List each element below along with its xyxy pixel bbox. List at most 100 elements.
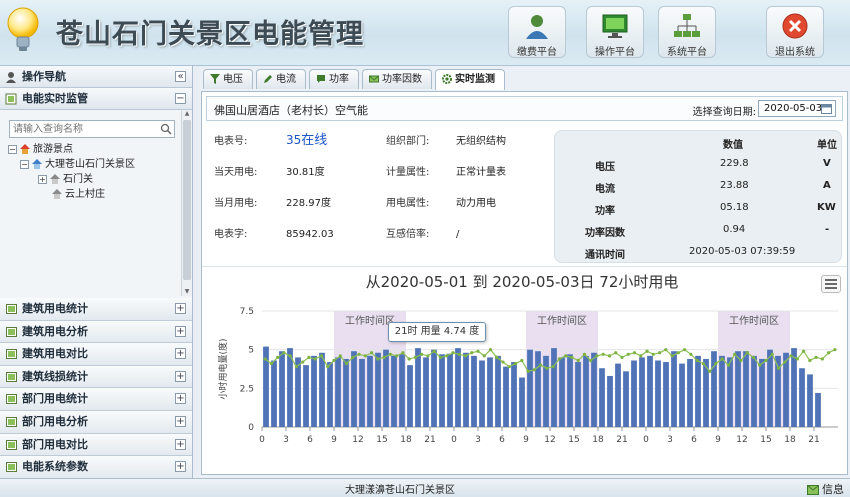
exit-system-label: 退出系统 — [775, 47, 815, 58]
tab-voltage[interactable]: 电压 — [203, 69, 253, 89]
trend-point — [639, 354, 643, 358]
trend-point — [645, 349, 649, 353]
scroll-down-arrow[interactable]: ▼ — [183, 288, 191, 296]
trend-point — [676, 351, 680, 355]
trend-point — [776, 366, 781, 370]
trend-point — [520, 358, 524, 363]
trend-point — [319, 354, 324, 358]
trend-point — [269, 361, 273, 366]
usage-bar — [423, 357, 429, 427]
x-tick-label: 3 — [667, 435, 673, 445]
tree-expand-toggle[interactable]: − — [8, 144, 17, 154]
search-icon[interactable] — [160, 123, 172, 135]
menu-dept-stats[interactable]: 部门用电统计 + — [0, 388, 192, 411]
tree-node-shimenguan[interactable]: + 石门关 — [8, 172, 178, 187]
exit-system-button[interactable]: 退出系统 — [766, 6, 824, 58]
pencil-icon — [264, 75, 272, 83]
payment-platform-button[interactable]: 缴费平台 — [508, 6, 566, 58]
tab-realtime-monitor[interactable]: 实时监测 — [435, 69, 505, 90]
usage-attr-value: 动力用电 — [456, 198, 496, 209]
messages-button[interactable]: 信息 — [807, 481, 844, 497]
chart-menu-button[interactable] — [821, 275, 841, 293]
tree-expand-toggle[interactable]: − — [20, 159, 29, 169]
usage-bar — [431, 349, 437, 427]
scroll-up-arrow[interactable]: ▲ — [183, 110, 191, 118]
tab-label: 实时监测 — [455, 74, 495, 85]
day-usage-label: 当天用电: — [214, 167, 258, 178]
x-tick-label: 18 — [784, 435, 796, 445]
expand-button[interactable]: + — [175, 438, 186, 450]
menu-item-label: 部门用电统计 — [22, 392, 88, 406]
expand-button[interactable]: + — [175, 393, 186, 405]
trend-point — [407, 357, 411, 361]
expand-button[interactable]: + — [175, 303, 186, 314]
y-axis-label: 小时用电量(度) — [217, 338, 229, 399]
reading-unit-power-factor: - — [825, 224, 830, 235]
system-platform-button[interactable]: 系统平台 — [658, 6, 716, 58]
tab-current[interactable]: 电流 — [256, 69, 306, 89]
calendar-icon[interactable] — [821, 103, 832, 114]
online-status: 在线 — [301, 133, 328, 148]
chart-svg: 工作时间区 工作时间区 工作时间区02.557.5小时用电量(度)0 3 6 9 12 15 1… — [217, 307, 838, 445]
tree-node-label: 石门关 — [63, 174, 93, 185]
trend-point — [801, 349, 806, 353]
menu-building-stats[interactable]: 建筑用电统计 + — [0, 298, 192, 321]
realtime-panel-header[interactable]: 电能实时监管 − — [0, 88, 192, 110]
menu-building-lineloss[interactable]: 建筑线损统计 + — [0, 365, 192, 389]
usage-bar — [279, 351, 285, 427]
x-tick-label: 18 — [592, 435, 604, 445]
panel-icon — [6, 349, 17, 360]
usage-bar — [695, 355, 701, 427]
sidebar-scrollbar[interactable]: ▲ ▼ — [181, 110, 192, 296]
trend-point — [388, 352, 392, 356]
usage-bar — [607, 375, 613, 427]
tree-node-cloud-village[interactable]: 云上村庄 — [8, 187, 178, 202]
trend-point — [294, 365, 299, 369]
trend-point — [795, 357, 799, 361]
x-tick-label: 0 — [259, 435, 265, 445]
menu-building-analysis[interactable]: 建筑用电分析 + — [0, 320, 192, 344]
expand-button[interactable]: + — [175, 325, 186, 337]
x-tick-label: 0 — [643, 435, 649, 445]
operation-platform-button[interactable]: 操作平台 — [586, 6, 644, 58]
usage-bar — [375, 352, 381, 427]
usage-bar — [319, 352, 325, 427]
dept-label: 组织部门: — [386, 136, 430, 147]
tab-power[interactable]: 功率 — [309, 69, 359, 89]
trend-point — [632, 351, 637, 355]
usage-bar — [743, 351, 749, 427]
tree-expand-toggle[interactable]: + — [38, 174, 47, 184]
reading-unit-voltage: V — [823, 158, 831, 169]
chat-icon — [317, 75, 325, 83]
menu-item-label: 建筑用电对比 — [22, 347, 88, 361]
tree-node-scenic-area[interactable]: − 大理苍山石门关景区 — [8, 157, 178, 172]
usage-bar — [527, 349, 533, 427]
usage-bar — [391, 355, 397, 427]
meter-no-label: 电表号: — [214, 136, 248, 147]
collapse-sidebar-button[interactable]: « — [175, 71, 186, 82]
usage-bar — [751, 355, 757, 427]
info-bar: 佛国山居酒店（老村长）空气能 选择查询日期: 2020-05-03 — [206, 96, 843, 121]
usage-bar — [399, 354, 405, 427]
expand-button[interactable]: + — [175, 370, 186, 382]
scrollbar-thumb[interactable] — [183, 120, 191, 280]
y-tick-label: 2.5 — [240, 384, 254, 394]
collapse-panel-button[interactable]: − — [175, 93, 186, 104]
tab-power-factor[interactable]: 功率因数 — [362, 69, 432, 89]
expand-button[interactable]: + — [175, 348, 186, 360]
usage-chart: 工作时间区 工作时间区 工作时间区 0 2.5 5 7.5 小时用电量(度) 0 3 6 9 12 15 1… — [202, 266, 847, 474]
menu-dept-compare[interactable]: 部门用电对比 + — [0, 433, 192, 457]
expand-button[interactable]: + — [175, 461, 186, 473]
tree-node-tourist-spots[interactable]: − 旅游景点 — [8, 142, 178, 157]
panel-icon — [6, 439, 17, 450]
trend-point — [720, 357, 724, 361]
reading-name-comm-time: 通讯时间 — [585, 250, 625, 261]
date-input[interactable]: 2020-05-03 — [758, 100, 836, 117]
x-tick-label: 21 — [616, 435, 627, 445]
search-input[interactable] — [10, 121, 156, 137]
menu-dept-analysis[interactable]: 部门用电分析 + — [0, 410, 192, 434]
menu-system-params[interactable]: 电能系统参数 + — [0, 456, 192, 479]
usage-bar — [815, 392, 821, 427]
expand-button[interactable]: + — [175, 415, 186, 427]
menu-building-compare[interactable]: 建筑用电对比 + — [0, 343, 192, 366]
